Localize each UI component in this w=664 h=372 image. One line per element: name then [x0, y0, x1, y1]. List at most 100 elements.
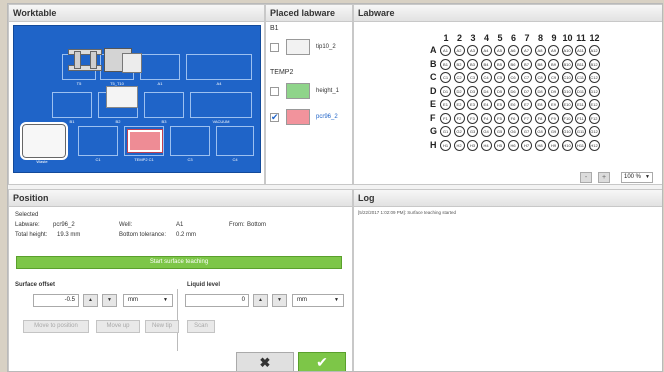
surface-unit-select[interactable]: mm ▼	[123, 294, 173, 307]
well[interactable]: E10	[561, 99, 573, 110]
slot-a1[interactable]	[140, 54, 180, 80]
well[interactable]: D6	[507, 85, 519, 97]
well[interactable]: A11	[575, 45, 586, 56]
well[interactable]: H1	[440, 139, 451, 151]
well[interactable]: E9	[548, 99, 559, 110]
well[interactable]: A10	[561, 45, 573, 56]
waste-container-icon[interactable]	[20, 122, 68, 160]
well[interactable]: F9	[548, 112, 559, 124]
well[interactable]: H9	[548, 139, 559, 151]
well[interactable]: D10	[561, 85, 573, 97]
well[interactable]: B2	[453, 58, 465, 70]
placed-item-tip10[interactable]: tip10_2	[268, 37, 352, 59]
well[interactable]: D4	[480, 85, 492, 97]
well[interactable]: C2	[453, 72, 465, 83]
well[interactable]: B11	[575, 58, 586, 70]
slot-vacuum[interactable]	[190, 92, 252, 118]
liquid-unit-select[interactable]: mm ▼	[292, 294, 344, 307]
well[interactable]: H10	[561, 139, 573, 151]
well[interactable]: F11	[575, 112, 586, 124]
well[interactable]: H12	[588, 139, 600, 151]
well[interactable]: A9	[548, 45, 559, 56]
well[interactable]: F2	[453, 112, 465, 124]
well[interactable]: D8	[534, 85, 546, 97]
slot-b1[interactable]	[52, 92, 92, 118]
well[interactable]: G12	[588, 126, 600, 137]
checkbox-tip10[interactable]	[270, 43, 279, 52]
new-tip-button[interactable]: New tip	[145, 320, 179, 333]
well[interactable]: A6	[507, 45, 519, 56]
well[interactable]: H5	[494, 139, 505, 151]
well[interactable]: H3	[467, 139, 478, 151]
well[interactable]: E8	[534, 99, 546, 110]
well[interactable]: C12	[588, 72, 600, 83]
well[interactable]: B1	[440, 58, 451, 70]
well[interactable]: B6	[507, 58, 519, 70]
well[interactable]: E6	[507, 99, 519, 110]
well[interactable]: H6	[507, 139, 519, 151]
surface-offset-down-button[interactable]: ▼	[102, 294, 117, 307]
liquid-level-input[interactable]: 0	[185, 294, 249, 307]
well[interactable]: G9	[548, 126, 559, 137]
well[interactable]: F10	[561, 112, 573, 124]
well[interactable]: D7	[521, 85, 532, 97]
well[interactable]: B12	[588, 58, 600, 70]
well[interactable]: F8	[534, 112, 546, 124]
liquid-level-down-button[interactable]: ▼	[272, 294, 287, 307]
well[interactable]: D11	[575, 85, 586, 97]
well[interactable]: F4	[480, 112, 492, 124]
liquid-level-up-button[interactable]: ▲	[253, 294, 268, 307]
zoom-out-button[interactable]: -	[580, 172, 592, 183]
well[interactable]: E7	[521, 99, 532, 110]
scan-button[interactable]: Scan	[187, 320, 215, 333]
well[interactable]: A12	[588, 45, 600, 56]
well[interactable]: B9	[548, 58, 559, 70]
well[interactable]: G5	[494, 126, 505, 137]
confirm-button[interactable]: ✔	[298, 352, 346, 371]
well[interactable]: E2	[453, 99, 465, 110]
well[interactable]: C8	[534, 72, 546, 83]
well[interactable]: D12	[588, 85, 600, 97]
move-up-button[interactable]: Move up	[96, 320, 140, 333]
well[interactable]: A8	[534, 45, 546, 56]
slot-a4[interactable]	[186, 54, 252, 80]
well[interactable]: H11	[575, 139, 586, 151]
well[interactable]: D2	[453, 85, 465, 97]
well[interactable]: B4	[480, 58, 492, 70]
well[interactable]: C10	[561, 72, 573, 83]
selected-plate-pcr96[interactable]	[127, 129, 163, 153]
well[interactable]: F1	[440, 112, 451, 124]
well[interactable]: A5	[494, 45, 505, 56]
well[interactable]: E4	[480, 99, 492, 110]
well[interactable]: E3	[467, 99, 478, 110]
well[interactable]: C4	[480, 72, 492, 83]
well[interactable]: G7	[521, 126, 532, 137]
zoom-select[interactable]: 100 % ▼	[621, 172, 653, 183]
well[interactable]: H4	[480, 139, 492, 151]
well[interactable]: G1	[440, 126, 451, 137]
checkbox-height1[interactable]	[270, 87, 279, 96]
well[interactable]: B7	[521, 58, 532, 70]
slot-c1[interactable]	[78, 126, 118, 156]
move-to-position-button[interactable]: Move to position	[23, 320, 89, 333]
well[interactable]: G2	[453, 126, 465, 137]
placed-item-height1[interactable]: height_1	[268, 81, 352, 103]
well[interactable]: E11	[575, 99, 586, 110]
well[interactable]: H8	[534, 139, 546, 151]
well[interactable]: E12	[588, 99, 600, 110]
well[interactable]: F5	[494, 112, 505, 124]
well[interactable]: G3	[467, 126, 478, 137]
well[interactable]: B5	[494, 58, 505, 70]
slot-c4[interactable]	[216, 126, 254, 156]
well[interactable]: A7	[521, 45, 532, 56]
well[interactable]: F12	[588, 112, 600, 124]
surface-offset-up-button[interactable]: ▲	[83, 294, 98, 307]
checkbox-pcr96[interactable]: ✔	[270, 113, 279, 122]
well[interactable]: A1	[440, 45, 451, 56]
worktable-deck[interactable]: T5 T5_T10 A1 A4 B1 B2 B3 VACUUM C1 TEMP2…	[13, 25, 261, 173]
well[interactable]: C1	[440, 72, 451, 83]
well[interactable]: C6	[507, 72, 519, 83]
well[interactable]: B3	[467, 58, 478, 70]
well[interactable]: F3	[467, 112, 478, 124]
start-surface-teaching-button[interactable]: Start surface teaching	[16, 256, 342, 269]
